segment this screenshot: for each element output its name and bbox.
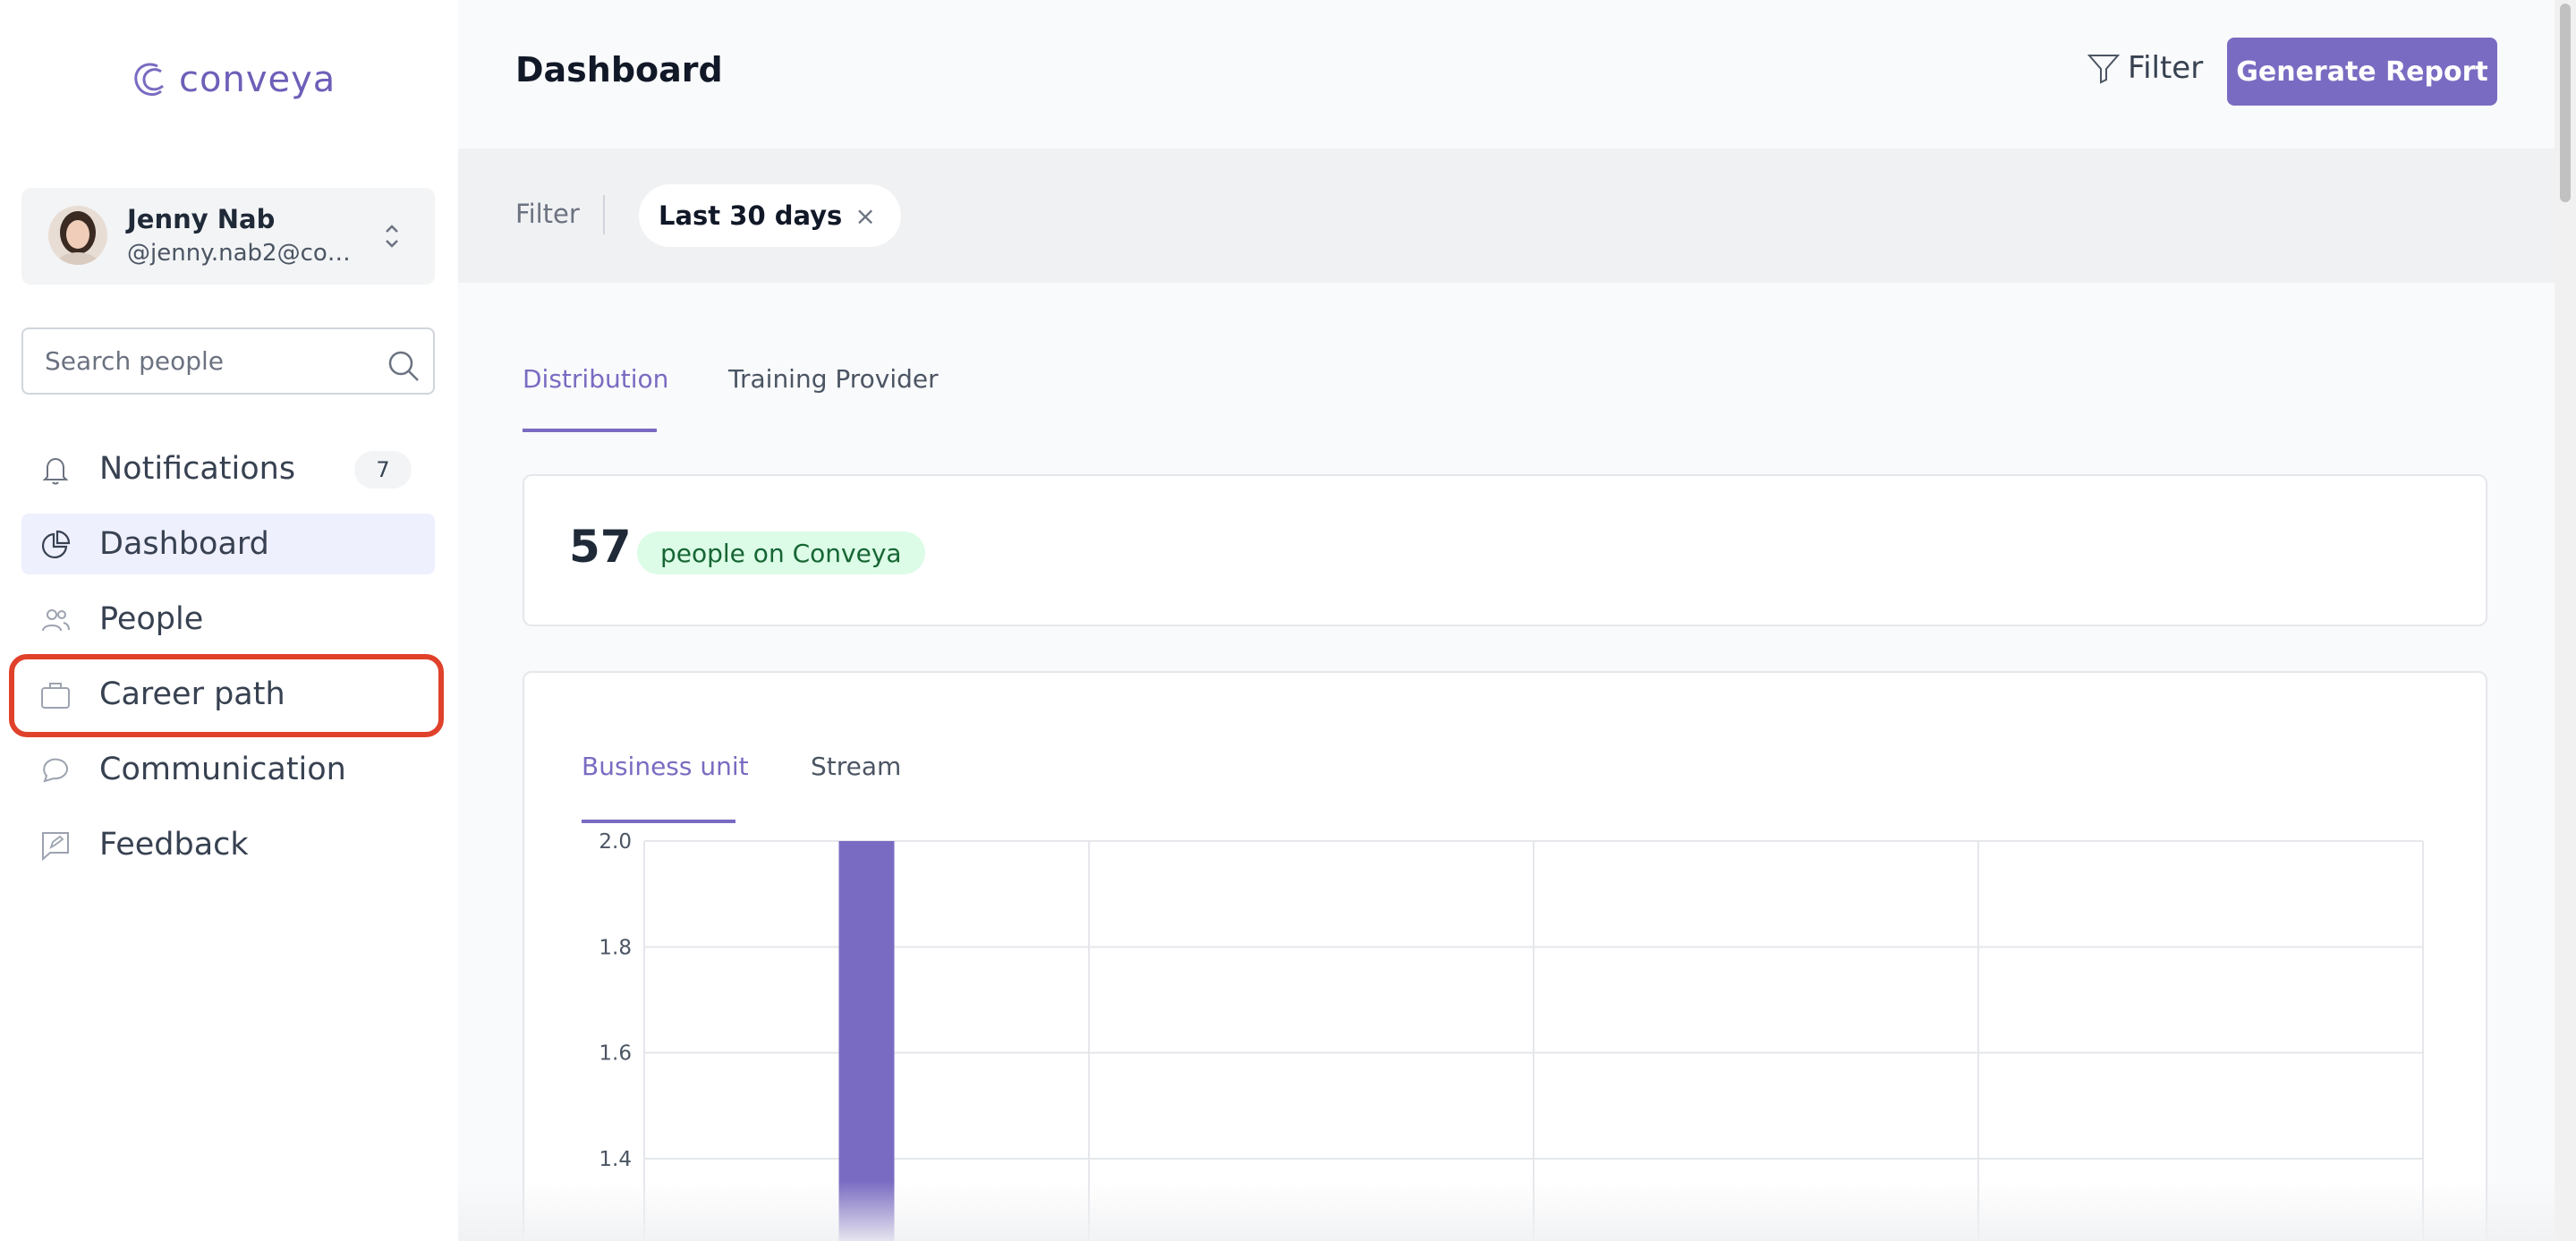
people-count-card: 57 people on Conveya xyxy=(523,474,2487,626)
user-name: Jenny Nab xyxy=(127,204,276,234)
page-header: Dashboard Filter Generate Report xyxy=(458,0,2555,149)
user-switcher[interactable]: Jenny Nab @jenny.nab2@con... xyxy=(21,188,435,285)
chevron-up-down-icon[interactable] xyxy=(381,220,403,252)
career-path-highlight xyxy=(9,654,444,737)
search-box xyxy=(21,327,435,395)
chip-label: Last 30 days xyxy=(659,200,843,231)
y-tick-label: 2.0 xyxy=(599,830,632,854)
y-tick-label: 1.8 xyxy=(599,936,632,959)
conveya-logo-icon xyxy=(134,63,164,96)
sidebar-item-notifications[interactable]: Notifications 7 xyxy=(21,438,435,499)
close-icon[interactable]: × xyxy=(854,201,875,231)
funnel-icon xyxy=(2087,55,2121,84)
divider xyxy=(603,195,605,234)
page-title: Dashboard xyxy=(515,50,723,89)
date-range-chip[interactable]: Last 30 days × xyxy=(639,184,901,247)
pie-chart-icon xyxy=(42,530,71,558)
scrollbar-thumb[interactable] xyxy=(2560,4,2571,202)
tab-training-provider[interactable]: Training Provider xyxy=(728,364,939,394)
users-icon xyxy=(42,609,70,632)
status-badge: people on Conveya xyxy=(637,531,925,574)
search-icon[interactable] xyxy=(387,349,421,383)
chat-bubble-icon xyxy=(43,758,68,783)
filter-button-label: Filter xyxy=(2128,50,2204,86)
generate-report-button[interactable]: Generate Report xyxy=(2227,38,2497,106)
sidebar-item-label: People xyxy=(99,601,204,637)
sidebar-item-feedback[interactable]: Feedback xyxy=(21,814,435,875)
avatar xyxy=(48,206,107,265)
bell-icon xyxy=(42,457,69,485)
y-tick-label: 1.4 xyxy=(599,1148,632,1171)
business-unit-bar-chart: 2.0 1.8 1.6 1.4 xyxy=(599,830,2424,1241)
sidebar-item-label: Notifications xyxy=(99,451,296,487)
logo-text: conveya xyxy=(179,59,336,100)
feedback-icon xyxy=(42,832,69,862)
logo[interactable]: conveya xyxy=(131,59,336,100)
bar xyxy=(838,841,895,1241)
y-tick-label: 1.6 xyxy=(599,1042,632,1066)
tab-distribution[interactable]: Distribution xyxy=(523,364,668,394)
filter-bar-label: Filter xyxy=(515,199,580,229)
user-email: @jenny.nab2@con... xyxy=(127,240,351,267)
notification-count-badge: 7 xyxy=(354,451,412,489)
chart-card: Business unit Stream 2.0 1.8 1.6 1.4 xyxy=(523,671,2487,1241)
sidebar-item-dashboard[interactable]: Dashboard xyxy=(21,514,435,574)
sidebar-item-communication[interactable]: Communication xyxy=(21,739,435,800)
filter-button[interactable]: Filter xyxy=(2087,50,2203,86)
sidebar: conveya Jenny Nab @jenny.nab2@con... Sea… xyxy=(0,0,458,1241)
search-input[interactable] xyxy=(45,329,385,393)
sidebar-item-label: Feedback xyxy=(99,827,249,863)
active-tab-indicator xyxy=(523,429,657,432)
vertical-scrollbar[interactable] xyxy=(2555,0,2576,1241)
sidebar-item-label: Communication xyxy=(99,752,346,787)
filter-bar: Filter Last 30 days × xyxy=(458,149,2555,283)
people-count: 57 xyxy=(569,521,632,573)
sidebar-item-people[interactable]: People xyxy=(21,589,435,650)
sidebar-item-label: Dashboard xyxy=(99,526,269,562)
